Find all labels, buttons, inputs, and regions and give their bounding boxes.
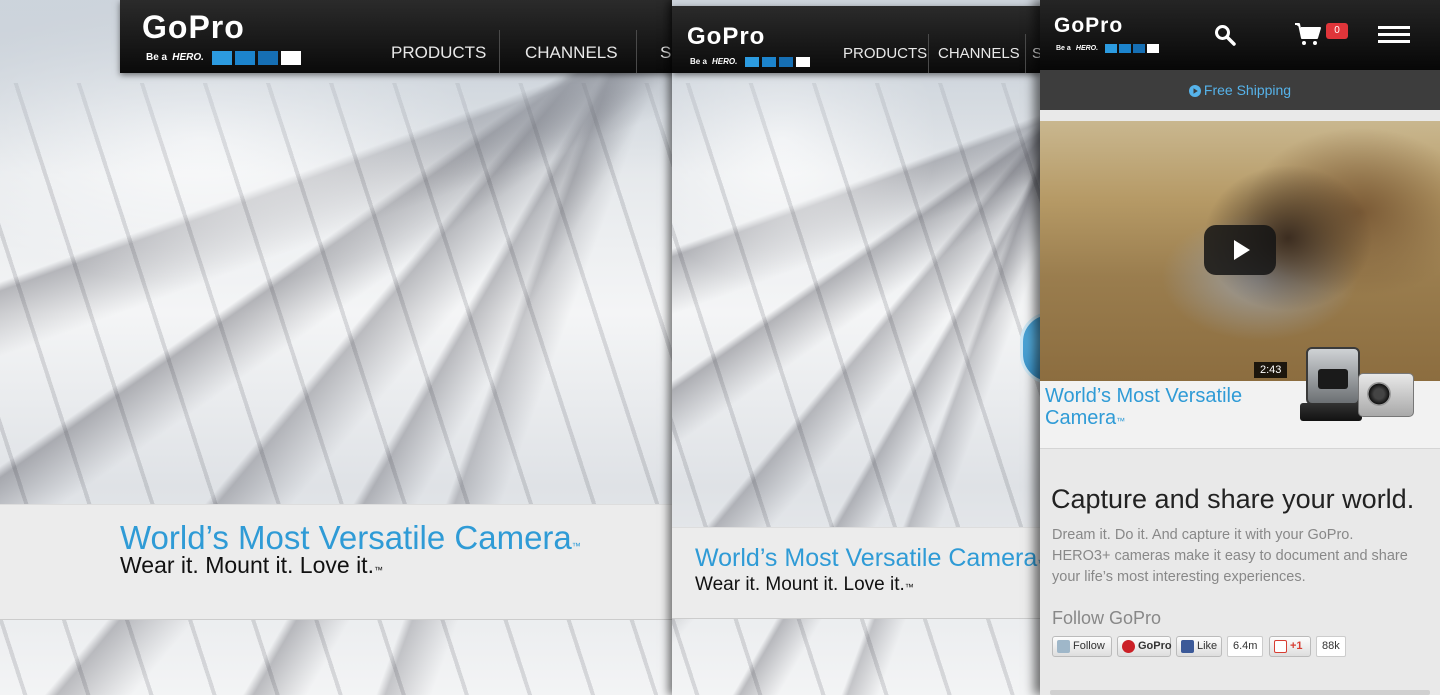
twitter-bird-icon (1057, 639, 1070, 653)
hero-title-text: World’s Most Versatile Camera (120, 519, 572, 556)
camera-product-image (1298, 347, 1418, 437)
camera-body-icon (1358, 373, 1414, 417)
desktop-hero-banner: World’s Most Versatile Camera™ Wear it. … (0, 504, 672, 620)
mobile-page: GoPro Be a HERO. 0 Free Shipping 2:43 Wo… (1040, 0, 1440, 695)
tablet-hero-banner: World’s Most Versatile Camera™ Wear it. … (672, 527, 1040, 619)
logo-square-icon (796, 56, 811, 67)
facebook-like-count: 6.4m (1227, 636, 1264, 657)
twitter-follow-label: Follow (1073, 640, 1105, 652)
pinterest-icon (1122, 639, 1135, 653)
video-player[interactable]: 2:43 (1040, 121, 1440, 381)
screenshot-stage: GoPro Be a HERO. PRODUCTS CHANNELS S Wor… (0, 0, 1440, 695)
hero-subtitle: Wear it. Mount it. Love it.™ (120, 552, 383, 579)
scroll-edge (1050, 690, 1430, 695)
nav-products[interactable]: PRODUCTS (843, 45, 927, 62)
logo-square-icon (1105, 44, 1118, 53)
logo-tagline-prefix: Be a (690, 57, 707, 66)
video-duration: 2:43 (1254, 362, 1288, 378)
capture-headline: Capture and share your world. (1051, 484, 1415, 514)
camera-mount-icon (1300, 403, 1362, 421)
logo-tagline-hero: HERO. (1075, 45, 1099, 52)
hero-subtitle-text: Wear it. Mount it. Love it. (695, 574, 905, 595)
facebook-like-button[interactable]: Like (1176, 636, 1222, 657)
logo-wordmark: GoPro (142, 9, 245, 45)
facebook-like-label: Like (1197, 640, 1218, 652)
twitter-follow-button[interactable]: Follow (1052, 636, 1112, 657)
nav-truncated[interactable]: S (660, 43, 671, 63)
hero-subtitle: Wear it. Mount it. Love it.™ (695, 574, 914, 596)
logo-square-icon (1133, 44, 1146, 53)
gplus-count: 88k (1316, 636, 1346, 657)
logo-square-icon (1119, 44, 1132, 53)
google-plus-icon (1274, 639, 1287, 653)
nav-divider (928, 34, 929, 73)
hero-title-text: World’s Most Versatile Camera (695, 544, 1038, 572)
mobile-header: GoPro Be a HERO. 0 (1040, 0, 1440, 70)
logo-wordmark: GoPro (687, 23, 766, 50)
nav-divider (499, 30, 500, 73)
camera-promo-title: World’s Most Versatile Camera™ (1045, 385, 1275, 432)
search-icon[interactable] (1214, 24, 1236, 46)
follow-label: Follow GoPro (1052, 608, 1162, 628)
nav-divider (636, 30, 637, 73)
logo-square-icon (211, 50, 232, 65)
free-shipping-bar[interactable]: Free Shipping (1040, 70, 1440, 110)
capture-description: Dream it. Do it. And capture it with you… (1052, 527, 1408, 585)
play-circle-icon (1188, 84, 1201, 97)
cart-icon[interactable] (1294, 22, 1322, 46)
play-button-icon[interactable] (1204, 225, 1276, 275)
logo-tagline-prefix: Be a (146, 52, 168, 63)
gplus-label: +1 (1290, 640, 1303, 652)
camera-housing-icon (1306, 347, 1360, 405)
logo-square-icon (234, 50, 255, 65)
trademark-mark: ™ (373, 565, 383, 575)
nav-channels[interactable]: CHANNELS (525, 43, 618, 63)
nav-products[interactable]: PRODUCTS (391, 43, 486, 63)
nav-divider (1025, 34, 1026, 73)
camera-promo-title-text: World’s Most Versatile Camera (1045, 385, 1243, 429)
pinterest-button[interactable]: GoPro (1117, 636, 1172, 657)
hero-subtitle-text: Wear it. Mount it. Love it. (120, 552, 374, 578)
logo-square-icon (762, 56, 777, 67)
camera-promo-strip[interactable]: World’s Most Versatile Camera™ (1040, 347, 1440, 449)
gplus-button[interactable]: +1 (1269, 636, 1311, 657)
logo-square-icon (1147, 44, 1160, 53)
gopro-logo[interactable]: GoPro Be a HERO. (1054, 14, 1160, 57)
hamburger-menu-icon[interactable] (1378, 26, 1410, 44)
logo-tagline-hero: HERO. (712, 57, 738, 66)
gopro-logo[interactable]: GoPro Be a HERO. (142, 11, 301, 66)
logo-wordmark: GoPro (1054, 14, 1124, 37)
logo-square-icon (779, 56, 794, 67)
facebook-icon (1181, 639, 1194, 653)
desktop-header: GoPro Be a HERO. PRODUCTS CHANNELS S (120, 0, 672, 73)
cart-count-badge: 0 (1326, 23, 1348, 39)
gopro-logo[interactable]: GoPro Be a HERO. (687, 23, 811, 70)
logo-tagline-hero: HERO. (172, 52, 204, 63)
trademark-mark: ™ (571, 541, 581, 551)
nav-channels[interactable]: CHANNELS (938, 45, 1020, 62)
logo-square-icon (257, 50, 278, 65)
logo-square-icon (280, 50, 301, 65)
trademark-mark: ™ (1116, 416, 1126, 426)
logo-tagline-prefix: Be a (1056, 45, 1071, 52)
free-shipping-label: Free Shipping (1203, 82, 1292, 98)
logo-square-icon (745, 56, 760, 67)
pinterest-label: GoPro (1138, 640, 1172, 652)
trademark-mark: ™ (904, 582, 914, 592)
hero-title: World’s Most Versatile Camera™ (695, 544, 1040, 573)
tablet-header: GoPro Be a HERO. PRODUCTS CHANNELS S (672, 6, 1042, 73)
